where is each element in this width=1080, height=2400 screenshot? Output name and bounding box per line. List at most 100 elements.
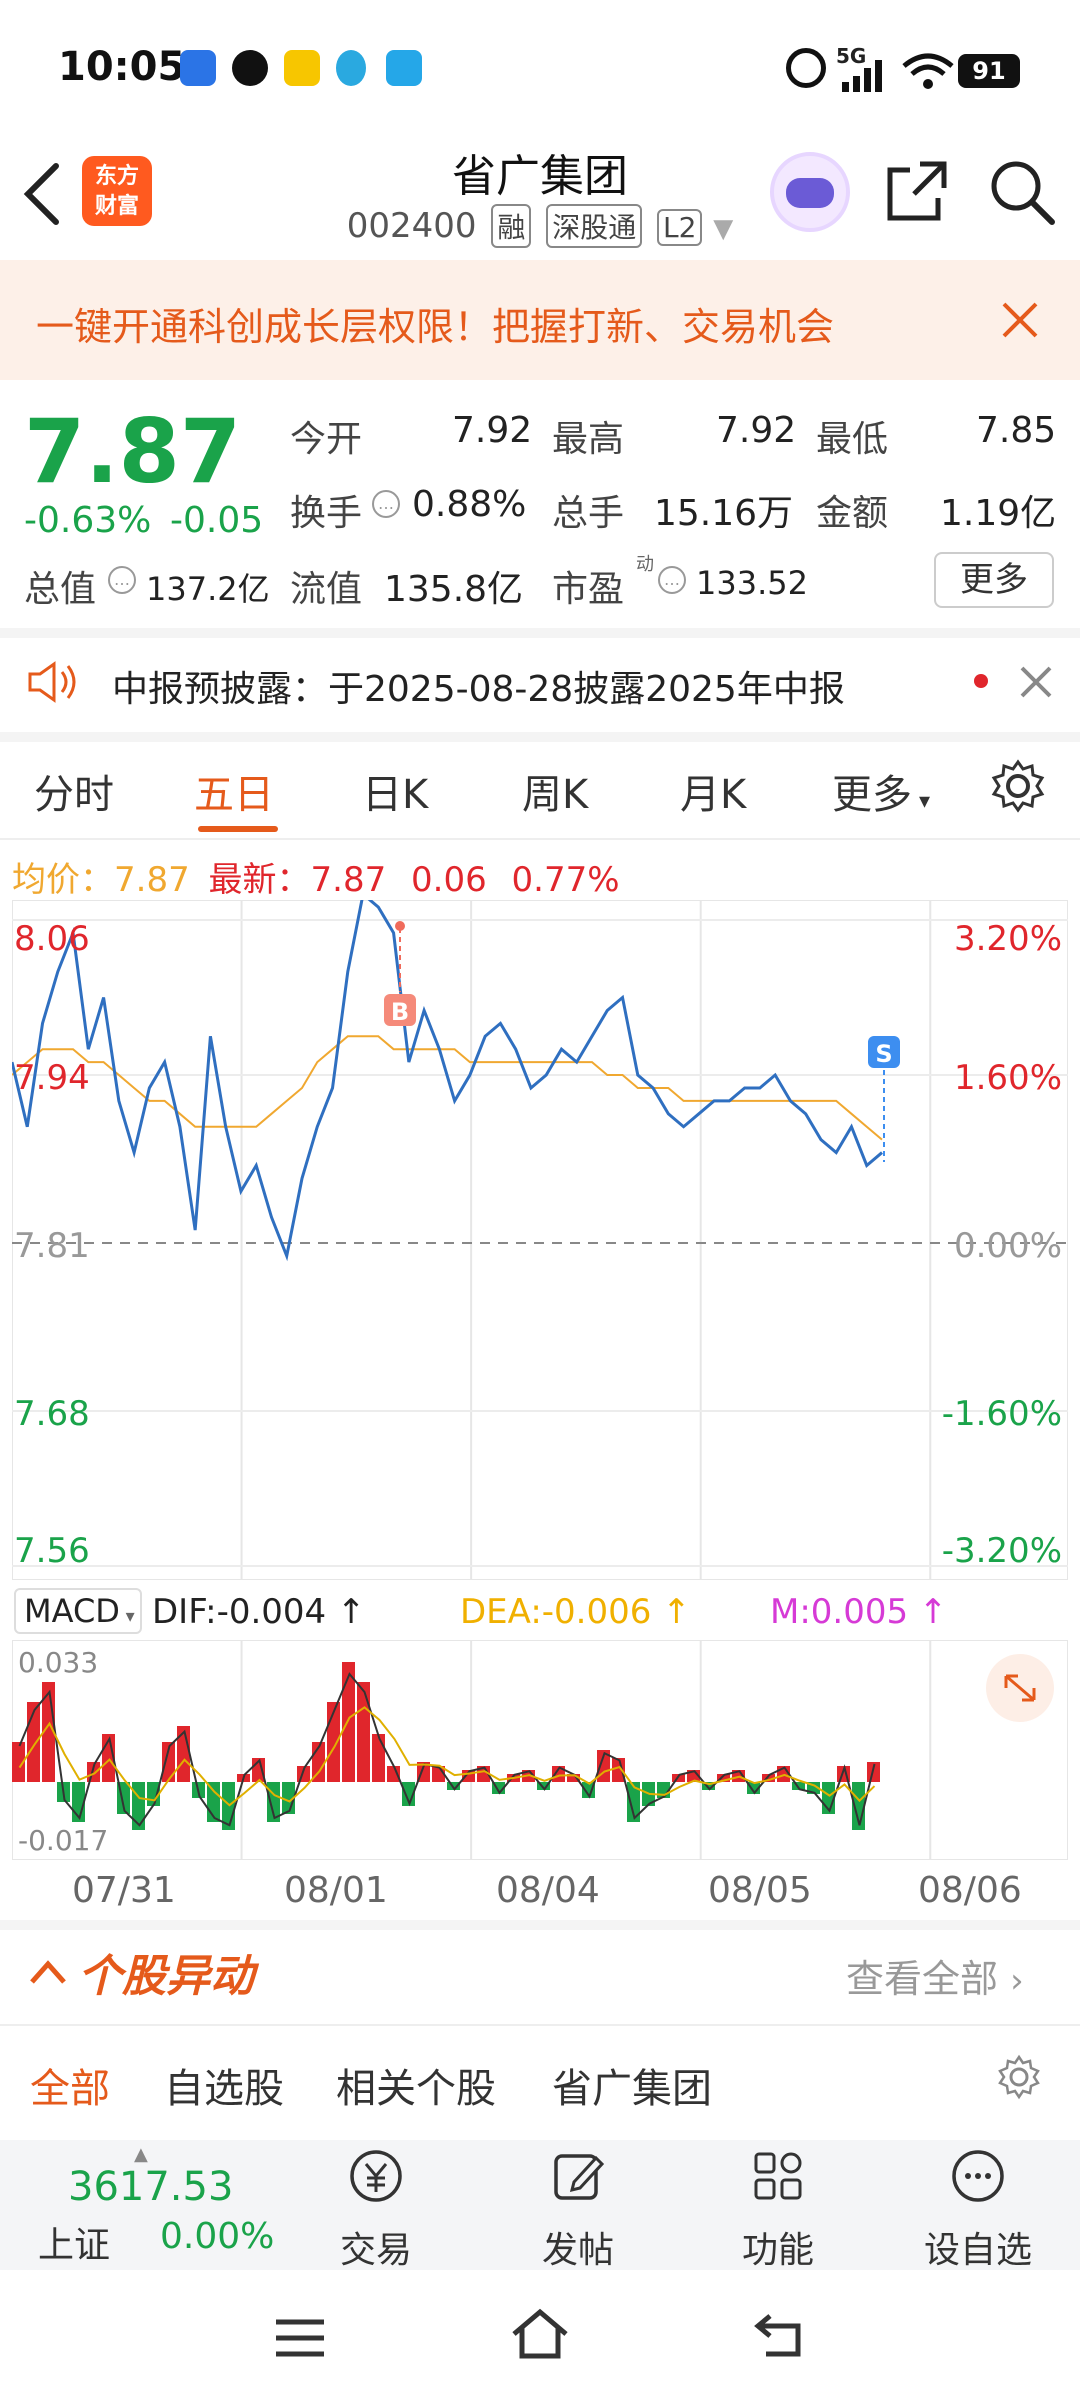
macd-bottom-label: -0.017: [18, 1824, 108, 1857]
open-label: 今开: [290, 419, 363, 460]
y-axis-label: 8.06: [14, 919, 90, 959]
meituan-icon: [284, 50, 320, 86]
tab-five-day[interactable]: 五日: [194, 762, 274, 820]
alarm-icon: [786, 48, 826, 88]
battery-icon: 91: [958, 54, 1020, 88]
pe-label: 市盈: [552, 569, 625, 610]
macd-histogram-bar: [612, 1758, 625, 1782]
app-notification-icon: [232, 50, 268, 86]
grid-icon: [754, 2152, 802, 2200]
y-axis-percent-label: 0.00%: [954, 1226, 1062, 1266]
high-value: 7.92: [716, 410, 797, 451]
float-value: 135.8亿: [384, 569, 524, 610]
add-watchlist-button[interactable]: 设自选: [908, 2146, 1048, 2273]
dropdown-icon: ▼: [713, 214, 734, 244]
turnover-value: 0.88%: [412, 484, 527, 525]
tab-intraday[interactable]: 分时: [34, 762, 114, 820]
pe-dynamic-mark: 动: [636, 554, 654, 575]
subtab-related[interactable]: 相关个股: [336, 2056, 496, 2114]
tab-weekly-k[interactable]: 周K: [522, 762, 588, 820]
change-value: -0.05: [170, 500, 264, 541]
trade-button[interactable]: 交易: [306, 2146, 446, 2273]
tab-monthly-k[interactable]: 月K: [680, 762, 746, 820]
y-axis-percent-label: -1.60%: [942, 1394, 1062, 1434]
subtab-stock[interactable]: 省广集团: [552, 2056, 712, 2114]
float-label: 流值: [290, 569, 363, 610]
post-button[interactable]: 发帖: [508, 2146, 648, 2273]
more-button[interactable]: 更多: [934, 552, 1054, 608]
notice-text[interactable]: 中报预披露：于2025-08-28披露2025年中报: [112, 660, 845, 712]
status-time: 10:05: [58, 44, 186, 90]
search-icon[interactable]: [988, 158, 1056, 226]
price-chart[interactable]: 8.06 3.20% 7.94 1.60% 7.81 0.00% 7.68 -1.60% 7.5…: [12, 900, 1068, 1580]
speaker-icon: [28, 661, 76, 703]
close-icon[interactable]: [1000, 300, 1040, 340]
promo-text[interactable]: 一键开通科创成长层权限！把握打新、交易机会: [36, 296, 834, 351]
info-icon[interactable]: …: [658, 566, 686, 594]
index-percent[interactable]: 0.00%: [160, 2216, 274, 2257]
divider: [0, 2024, 1080, 2026]
divider: [0, 838, 1080, 840]
y-axis-percent-label: -3.20%: [942, 1531, 1062, 1571]
home-icon[interactable]: [508, 2306, 572, 2362]
info-icon[interactable]: …: [108, 566, 136, 594]
tab-more[interactable]: 更多 ▾: [832, 762, 930, 820]
back-nav-icon[interactable]: [752, 2310, 812, 2362]
china-mobile-icon: [336, 50, 366, 86]
y-axis-percent-label: 3.20%: [954, 919, 1062, 959]
volume-value: 15.16万: [654, 493, 794, 534]
pe-value: 133.52: [696, 564, 808, 602]
more-icon: [952, 2150, 1004, 2202]
amount-label: 金额: [816, 493, 889, 534]
info-icon[interactable]: …: [372, 490, 400, 518]
collapse-icon[interactable]: [28, 1956, 68, 1986]
section-title: 个股异动: [78, 1951, 254, 2002]
low-label: 最低: [816, 419, 889, 460]
macd-histogram-bar: [372, 1734, 385, 1782]
gear-icon[interactable]: [996, 2054, 1042, 2100]
tag-margin: 融: [491, 204, 532, 248]
wifi-icon: [902, 53, 954, 89]
macd-dif: DIF:-0.004 ↑: [152, 1592, 366, 1632]
y-axis-label: 7.68: [14, 1394, 90, 1434]
subtab-watchlist[interactable]: 自选股: [164, 2056, 284, 2114]
y-axis-percent-label: 1.60%: [954, 1058, 1062, 1098]
chart-legend: 均价：7.87 最新：7.87 0.06 0.77%: [12, 860, 620, 900]
menu-icon[interactable]: [272, 2316, 328, 2360]
amount-value: 1.19亿: [940, 493, 1057, 534]
volume-label: 总手: [552, 493, 625, 534]
up-caret-icon: ▲: [134, 2144, 148, 2165]
macd-top-label: 0.033: [18, 1646, 98, 1679]
macd-dea: DEA:-0.006 ↑: [460, 1592, 691, 1632]
navigation-icon: [386, 50, 422, 86]
turnover-label: 换手: [290, 493, 363, 534]
app-notification-icon: [180, 50, 216, 86]
tab-indicator: [198, 826, 278, 832]
gear-icon[interactable]: [990, 758, 1046, 814]
view-all-link[interactable]: 查看全部 ›: [846, 1948, 1024, 2003]
indicator-selector[interactable]: MACD ▾: [14, 1588, 142, 1634]
date-label: 07/31: [72, 1870, 176, 1911]
close-icon[interactable]: [1018, 664, 1054, 700]
subtab-all[interactable]: 全部: [30, 2056, 110, 2114]
index-name[interactable]: 上证: [38, 2216, 110, 2268]
yuan-icon: [350, 2150, 402, 2202]
stock-code: 002400: [346, 206, 477, 246]
tab-daily-k[interactable]: 日K: [362, 762, 428, 820]
macd-histogram-bar: [177, 1726, 190, 1782]
index-value[interactable]: 3617.53: [68, 2164, 233, 2210]
macd-m: M:0.005 ↑: [770, 1592, 948, 1632]
y-axis-label: 7.81: [14, 1226, 90, 1266]
divider: [0, 732, 1080, 742]
signal-icon: [842, 60, 882, 92]
macd-chart[interactable]: 0.033 -0.017: [12, 1640, 1068, 1860]
date-label: 08/04: [496, 1870, 600, 1911]
edit-icon: [554, 2154, 605, 2200]
assistant-avatar[interactable]: [770, 152, 850, 232]
unread-dot: [974, 674, 988, 688]
functions-button[interactable]: 功能: [708, 2146, 848, 2273]
share-icon[interactable]: [884, 158, 950, 224]
svg-text:S: S: [875, 1040, 892, 1068]
divider: [0, 628, 1080, 638]
tag-connect: 深股通: [546, 204, 643, 248]
